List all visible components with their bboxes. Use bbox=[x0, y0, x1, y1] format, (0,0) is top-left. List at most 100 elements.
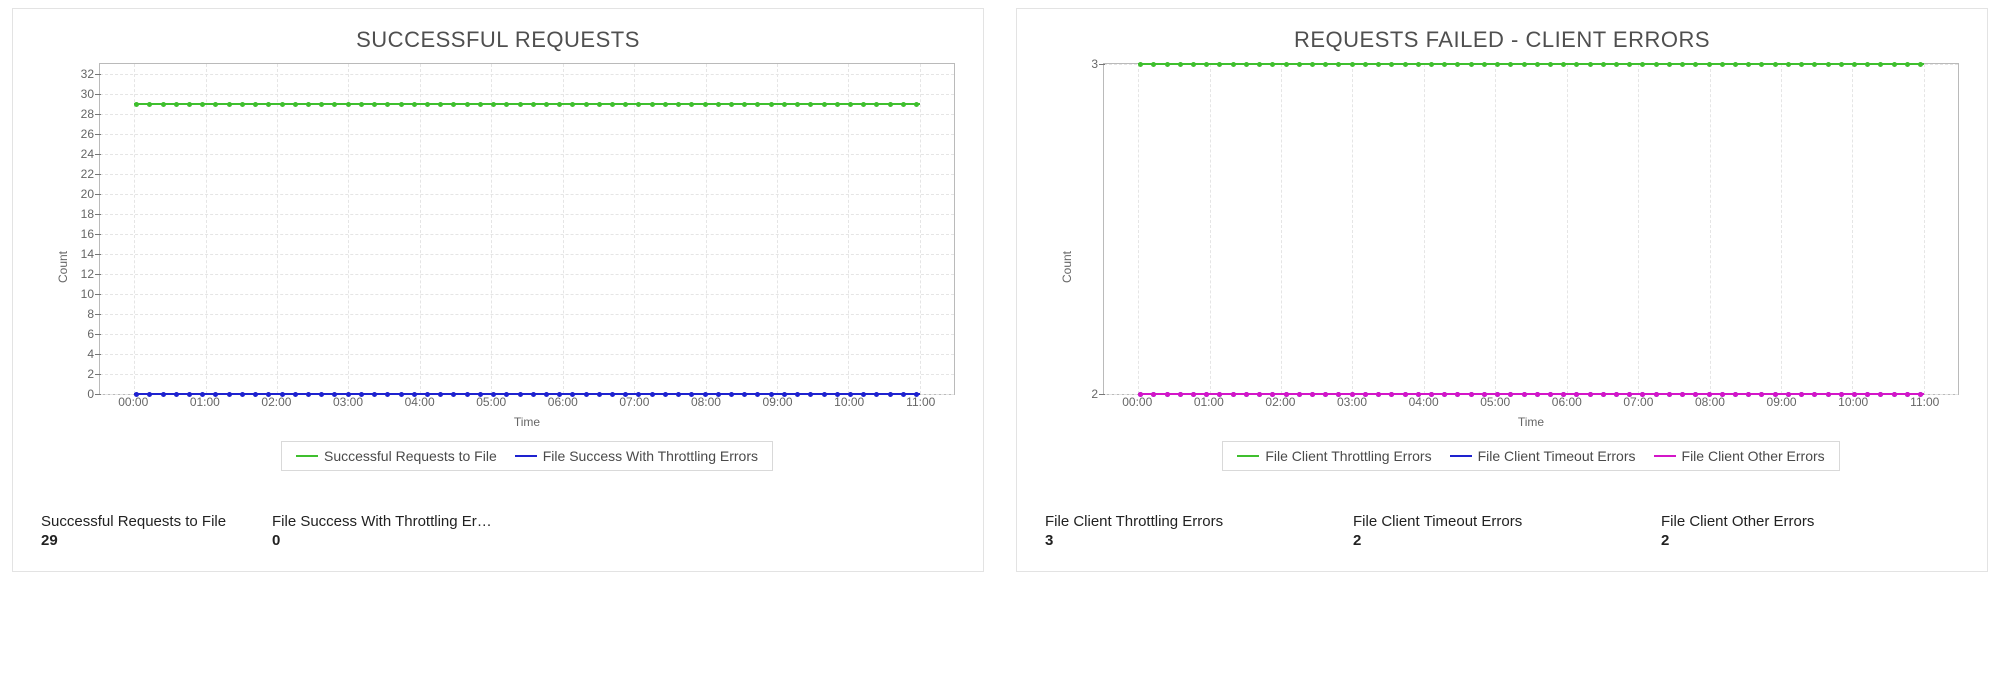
metric-value: 3 bbox=[1045, 532, 1343, 549]
metric-value: 2 bbox=[1661, 532, 1959, 549]
legend-item[interactable]: File Client Timeout Errors bbox=[1450, 448, 1636, 464]
gridline bbox=[1852, 64, 1853, 394]
gridline bbox=[1710, 64, 1711, 394]
x-tick-label: 03:00 bbox=[333, 395, 363, 409]
gridline bbox=[100, 354, 954, 355]
y-tick-label: 28 bbox=[81, 107, 100, 121]
x-tick-label: 11:00 bbox=[906, 395, 935, 409]
chart-frame: Count 02468101214161820222426283032 00:0… bbox=[99, 63, 955, 471]
x-tick-label: 06:00 bbox=[548, 395, 578, 409]
legend-label: File Client Other Errors bbox=[1682, 448, 1825, 464]
y-tick-label: 16 bbox=[81, 227, 100, 241]
gridline bbox=[206, 64, 207, 394]
gridline bbox=[100, 214, 954, 215]
x-axis-label: Time bbox=[99, 415, 955, 429]
y-tick-label: 8 bbox=[87, 307, 100, 321]
gridline bbox=[100, 334, 954, 335]
y-tick-label: 18 bbox=[81, 207, 100, 221]
chart-legend: Successful Requests to File File Success … bbox=[281, 441, 773, 471]
legend-item[interactable]: Successful Requests to File bbox=[296, 448, 497, 464]
gridline bbox=[100, 194, 954, 195]
gridline bbox=[100, 94, 954, 95]
gridline bbox=[100, 174, 954, 175]
gridline bbox=[634, 64, 635, 394]
x-tick-label: 08:00 bbox=[1695, 395, 1725, 409]
legend-label: File Client Timeout Errors bbox=[1478, 448, 1636, 464]
x-axis-label: Time bbox=[1103, 415, 1959, 429]
legend-item[interactable]: File Success With Throttling Errors bbox=[515, 448, 758, 464]
x-tick-label: 04:00 bbox=[1409, 395, 1439, 409]
legend-swatch-icon bbox=[1654, 455, 1676, 457]
legend-label: Successful Requests to File bbox=[324, 448, 497, 464]
x-tick-label: 02:00 bbox=[261, 395, 291, 409]
plot-area[interactable]: 23 bbox=[1103, 63, 1959, 395]
y-axis-label: Count bbox=[56, 251, 70, 283]
y-tick-label: 14 bbox=[81, 247, 100, 261]
x-tick-label: 07:00 bbox=[1623, 395, 1653, 409]
metric-value: 29 bbox=[41, 532, 262, 549]
gridline bbox=[1352, 64, 1353, 394]
x-tick-label: 01:00 bbox=[1194, 395, 1224, 409]
metric-label: File Client Throttling Errors bbox=[1045, 513, 1343, 530]
chart-title: REQUESTS FAILED - CLIENT ERRORS bbox=[1045, 27, 1959, 53]
gridline bbox=[100, 134, 954, 135]
gridline bbox=[100, 294, 954, 295]
gridline bbox=[920, 64, 921, 394]
metric-label: File Success With Throttling Errors. . bbox=[272, 513, 493, 530]
x-tick-label: 05:00 bbox=[1480, 395, 1510, 409]
metric-label: File Client Timeout Errors bbox=[1353, 513, 1651, 530]
gridline bbox=[1424, 64, 1425, 394]
gridline bbox=[1567, 64, 1568, 394]
x-tick-label: 04:00 bbox=[405, 395, 435, 409]
gridline bbox=[420, 64, 421, 394]
dashboard-row: SUCCESSFUL REQUESTS Count 02468101214161… bbox=[0, 0, 2000, 580]
y-tick-label: 22 bbox=[81, 167, 100, 181]
summary-row: Successful Requests to File 29 File Succ… bbox=[41, 513, 955, 549]
y-tick-label: 2 bbox=[87, 367, 100, 381]
y-tick-label: 6 bbox=[87, 327, 100, 341]
x-tick-label: 09:00 bbox=[763, 395, 793, 409]
legend-swatch-icon bbox=[1450, 455, 1472, 457]
gridline bbox=[100, 114, 954, 115]
chart-legend: File Client Throttling Errors File Client… bbox=[1222, 441, 1839, 471]
gridline bbox=[777, 64, 778, 394]
gridline bbox=[1638, 64, 1639, 394]
metric-label: Successful Requests to File bbox=[41, 513, 262, 530]
legend-swatch-icon bbox=[296, 455, 318, 457]
y-tick-label: 24 bbox=[81, 147, 100, 161]
summary-metric: Successful Requests to File 29 bbox=[41, 513, 262, 549]
metric-label: File Client Other Errors bbox=[1661, 513, 1959, 530]
gridline bbox=[100, 74, 954, 75]
legend-label: File Client Throttling Errors bbox=[1265, 448, 1431, 464]
gridline bbox=[348, 64, 349, 394]
y-axis-label: Count bbox=[1060, 251, 1074, 283]
gridline bbox=[1924, 64, 1925, 394]
legend-item[interactable]: File Client Other Errors bbox=[1654, 448, 1825, 464]
metric-value: 2 bbox=[1353, 532, 1651, 549]
x-tick-label: 05:00 bbox=[476, 395, 506, 409]
chart-title: SUCCESSFUL REQUESTS bbox=[41, 27, 955, 53]
gridline bbox=[706, 64, 707, 394]
x-axis-ticks: 00:0001:0002:0003:0004:0005:0006:0007:00… bbox=[1103, 395, 1959, 411]
x-tick-label: 00:00 bbox=[1122, 395, 1152, 409]
gridline bbox=[277, 64, 278, 394]
gridline bbox=[1781, 64, 1782, 394]
summary-metric: File Client Throttling Errors 3 bbox=[1045, 513, 1343, 549]
gridline bbox=[1281, 64, 1282, 394]
x-axis-ticks: 00:0001:0002:0003:0004:0005:0006:0007:00… bbox=[99, 395, 955, 411]
y-tick-label: 12 bbox=[81, 267, 100, 281]
legend-swatch-icon bbox=[1237, 455, 1259, 457]
legend-item[interactable]: File Client Throttling Errors bbox=[1237, 448, 1431, 464]
y-tick-label: 3 bbox=[1091, 57, 1104, 71]
x-tick-label: 09:00 bbox=[1767, 395, 1797, 409]
x-tick-label: 11:00 bbox=[1910, 395, 1939, 409]
gridline bbox=[100, 374, 954, 375]
panel-requests-failed-client-errors: REQUESTS FAILED - CLIENT ERRORS Count 23… bbox=[1016, 8, 1988, 572]
plot-area[interactable]: 02468101214161820222426283032 bbox=[99, 63, 955, 395]
gridline bbox=[100, 154, 954, 155]
gridline bbox=[100, 254, 954, 255]
y-tick-label: 26 bbox=[81, 127, 100, 141]
gridline bbox=[134, 64, 135, 394]
chart-frame: Count 23 00:0001:0002:0003:0004:0005:000… bbox=[1103, 63, 1959, 471]
y-tick-label: 10 bbox=[81, 287, 100, 301]
